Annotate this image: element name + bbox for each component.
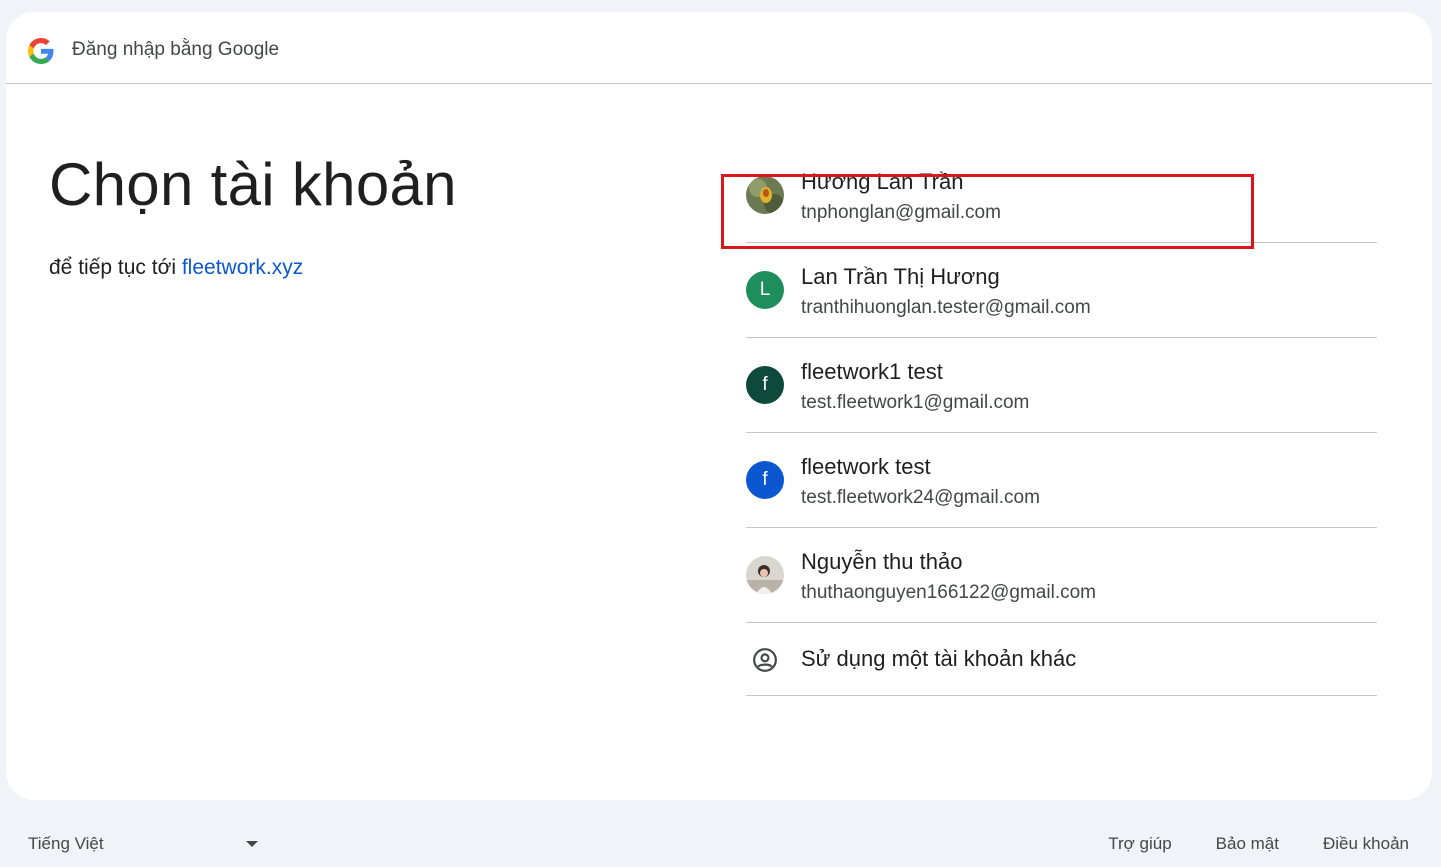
card-header: Đăng nhập bằng Google bbox=[6, 12, 1432, 84]
account-email: tnphonglan@gmail.com bbox=[801, 202, 1001, 223]
app-link[interactable]: fleetwork.xyz bbox=[182, 256, 303, 279]
subtitle-prefix: để tiếp tục tới bbox=[49, 256, 182, 279]
avatar: f bbox=[746, 366, 784, 404]
account-item[interactable]: L Lan Trần Thị Hương tranthihuonglan.tes… bbox=[746, 243, 1377, 338]
avatar bbox=[746, 176, 784, 214]
account-item[interactable]: f fleetwork test test.fleetwork24@gmail.… bbox=[746, 433, 1377, 528]
account-item[interactable]: Nguyễn thu thảo thuthaonguyen166122@gmai… bbox=[746, 528, 1377, 623]
language-label: Tiếng Việt bbox=[28, 834, 104, 853]
flower-photo-icon bbox=[746, 176, 784, 214]
terms-link[interactable]: Điều khoản bbox=[1323, 834, 1409, 854]
account-list: Hương Lan Trần tnphonglan@gmail.com L La… bbox=[746, 148, 1377, 696]
account-item[interactable]: Hương Lan Trần tnphonglan@gmail.com bbox=[746, 148, 1377, 243]
avatar: L bbox=[746, 271, 784, 309]
account-email: test.fleetwork1@gmail.com bbox=[801, 392, 1030, 413]
subtitle: để tiếp tục tới fleetwork.xyz bbox=[49, 256, 303, 280]
help-link[interactable]: Trợ giúp bbox=[1108, 834, 1171, 854]
language-select[interactable]: Tiếng Việt bbox=[28, 834, 260, 858]
avatar bbox=[746, 556, 784, 594]
account-name: fleetwork test bbox=[801, 454, 931, 479]
use-another-account-button[interactable]: Sử dụng một tài khoản khác bbox=[746, 623, 1377, 696]
account-email: test.fleetwork24@gmail.com bbox=[801, 487, 1040, 508]
account-name: Hương Lan Trần bbox=[801, 169, 964, 194]
use-another-account-label: Sử dụng một tài khoản khác bbox=[801, 646, 1077, 671]
caret-down-icon bbox=[246, 841, 258, 847]
account-name: Nguyễn thu thảo bbox=[801, 549, 963, 574]
account-name: fleetwork1 test bbox=[801, 359, 943, 384]
privacy-link[interactable]: Bảo mật bbox=[1216, 834, 1279, 854]
account-name: Lan Trần Thị Hương bbox=[801, 264, 1000, 289]
account-email: tranthihuonglan.tester@gmail.com bbox=[801, 297, 1091, 318]
account-item[interactable]: f fleetwork1 test test.fleetwork1@gmail.… bbox=[746, 338, 1377, 433]
header-title: Đăng nhập bằng Google bbox=[72, 39, 280, 60]
google-logo-icon bbox=[28, 38, 54, 64]
avatar: f bbox=[746, 461, 784, 499]
footer-links: Trợ giúp Bảo mật Điều khoản bbox=[1108, 834, 1409, 854]
account-circle-icon bbox=[753, 648, 777, 672]
page-title: Chọn tài khoản bbox=[49, 151, 457, 218]
account-email: thuthaonguyen166122@gmail.com bbox=[801, 582, 1096, 603]
person-photo-icon bbox=[746, 556, 784, 594]
footer: Tiếng Việt Trợ giúp Bảo mật Điều khoản bbox=[0, 820, 1441, 867]
